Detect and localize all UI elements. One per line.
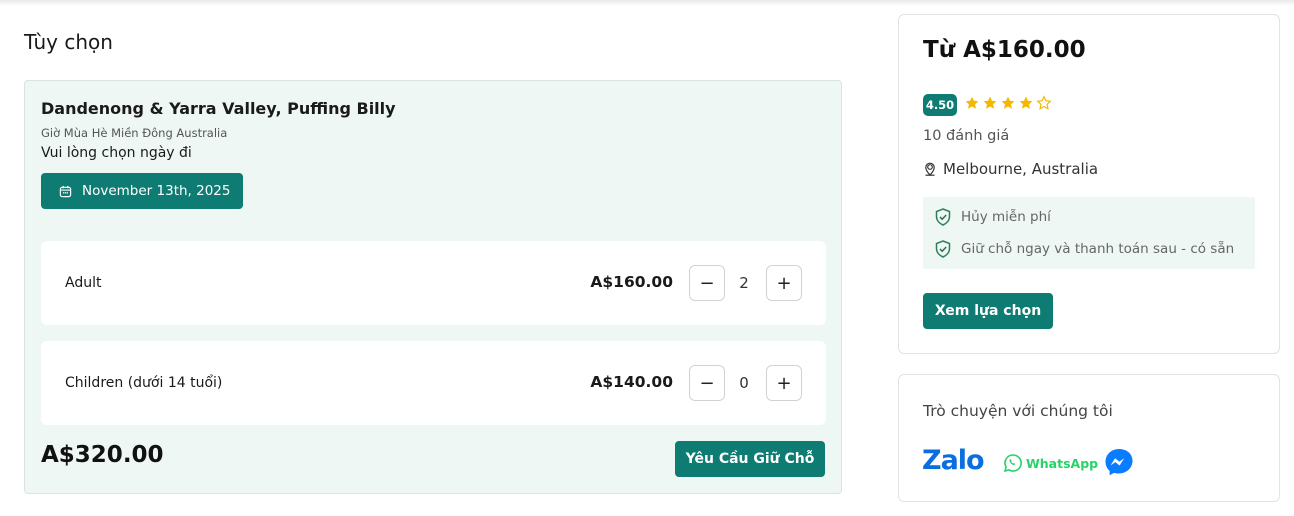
star-filled-icon <box>965 96 979 109</box>
feature-free-cancel: Hủy miễn phí <box>933 207 1051 227</box>
ticket-price: A$160.00 <box>590 273 673 291</box>
feature-reserve-now: Giữ chỗ ngay và thanh toán sau - có sẵn <box>933 239 1234 259</box>
quantity-value: 2 <box>739 274 749 292</box>
review-count: 10 đánh giá <box>923 128 1010 144</box>
summary-card: Từ A$160.00 4.50 10 đánh giá Melbourne, … <box>898 14 1280 354</box>
rating-badge: 4.50 <box>923 94 957 116</box>
decrease-quantity-button[interactable]: − <box>689 265 725 301</box>
section-title: Tùy chọn <box>24 30 113 54</box>
selected-date: November 13th, 2025 <box>82 183 231 199</box>
increase-quantity-button[interactable]: + <box>766 365 802 401</box>
ticket-label: Children (dưới 14 tuổi) <box>65 375 223 391</box>
star-empty-icon <box>1036 95 1052 110</box>
total-price: A$320.00 <box>41 442 164 468</box>
ticket-price: A$140.00 <box>590 373 673 391</box>
zalo-icon[interactable]: Zalo <box>922 445 985 476</box>
view-options-button[interactable]: Xem lựa chọn <box>923 293 1053 329</box>
chat-card: Trò chuyện với chúng tôi Zalo WhatsApp <box>898 374 1280 502</box>
ticket-row-adult: Adult A$160.00 − 2 + <box>41 241 826 325</box>
date-picker-button[interactable]: November 13th, 2025 <box>41 173 243 209</box>
decrease-quantity-button[interactable]: − <box>689 365 725 401</box>
messenger-icon[interactable] <box>1103 447 1135 479</box>
quantity-value: 0 <box>739 374 749 392</box>
timezone-label: Giờ Mùa Hè Miền Đông Australia <box>41 126 228 140</box>
request-hold-button[interactable]: Yêu Cầu Giữ Chỗ <box>675 441 825 477</box>
star-filled-icon <box>1019 96 1033 109</box>
header-shadow <box>0 0 1294 6</box>
ticket-row-children: Children (dưới 14 tuổi) A$140.00 − 0 + <box>41 341 826 425</box>
star-filled-icon <box>983 96 997 109</box>
increase-quantity-button[interactable]: + <box>766 265 802 301</box>
shield-check-icon <box>935 240 951 258</box>
calendar-icon <box>59 185 72 197</box>
star-rating <box>964 95 1052 111</box>
option-card: Dandenong & Yarra Valley, Puffing Billy … <box>24 80 842 494</box>
choose-date-label: Vui lòng chọn ngày đi <box>41 145 192 161</box>
ticket-label: Adult <box>65 275 102 291</box>
whatsapp-icon <box>1003 454 1022 473</box>
star-filled-icon <box>1001 96 1015 109</box>
location-pin-icon <box>925 162 935 176</box>
from-price: Từ A$160.00 <box>923 37 1086 63</box>
feature-text: Giữ chỗ ngay và thanh toán sau - có sẵn <box>961 241 1235 257</box>
whatsapp-label: WhatsApp <box>1026 455 1099 471</box>
option-name: Dandenong & Yarra Valley, Puffing Billy <box>41 99 396 118</box>
feature-text: Hủy miễn phí <box>961 209 1051 225</box>
chat-title: Trò chuyện với chúng tôi <box>923 402 1113 420</box>
location: Melbourne, Australia <box>923 160 1098 178</box>
shield-check-icon <box>935 208 951 226</box>
features-box: Hủy miễn phí Giữ chỗ ngay và thanh toán … <box>923 197 1255 269</box>
location-text: Melbourne, Australia <box>943 160 1099 178</box>
whatsapp-link[interactable]: WhatsApp <box>1003 453 1098 473</box>
